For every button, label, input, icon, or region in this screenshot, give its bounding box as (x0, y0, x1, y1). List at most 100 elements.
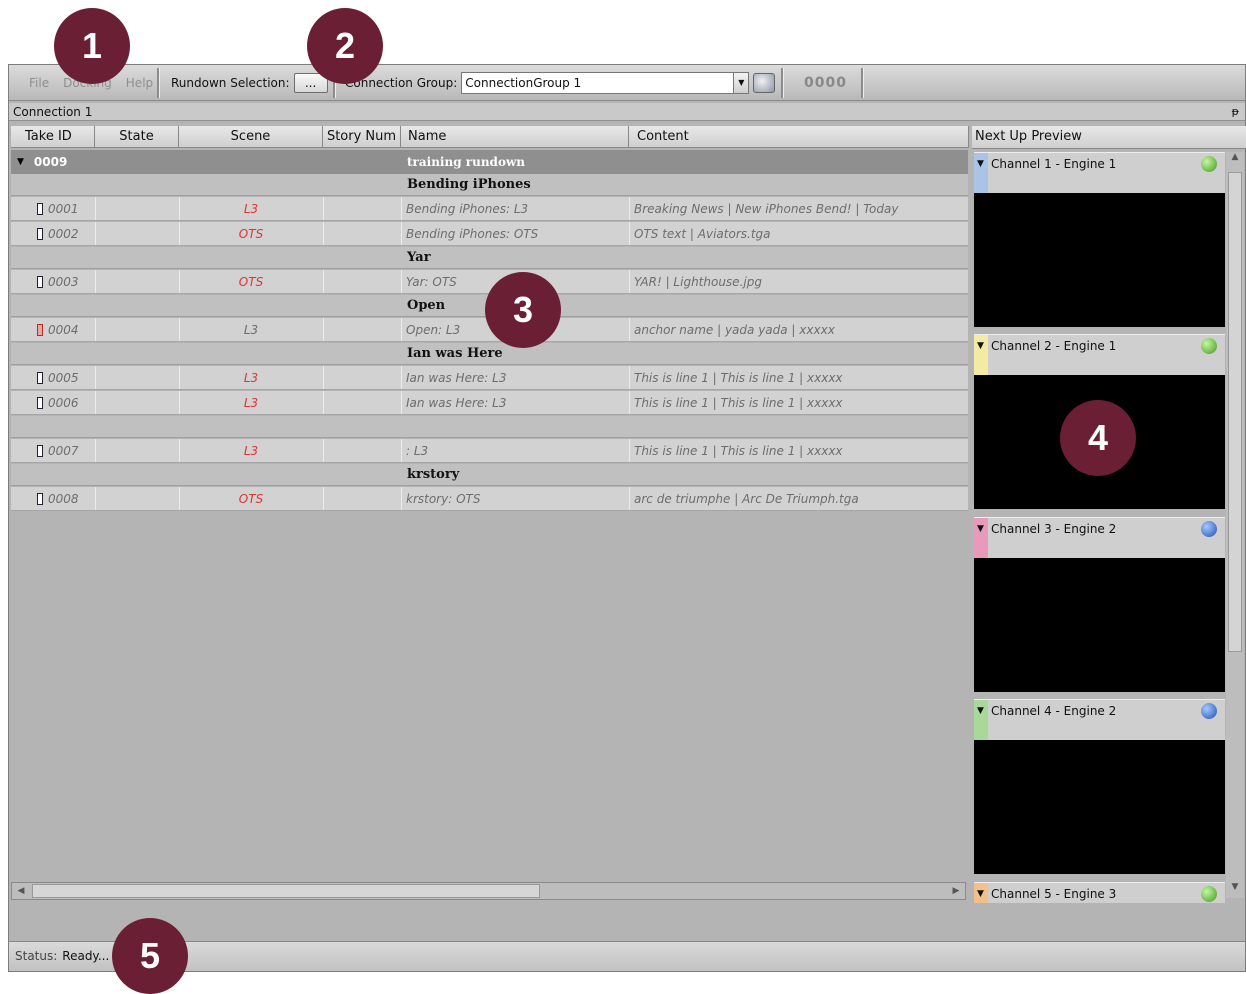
content-cell: This is line 1 | This is line 1 | xxxxx (634, 443, 843, 458)
column-divider (323, 270, 324, 293)
content-cell: Breaking News | New iPhones Bend! | Toda… (634, 201, 899, 216)
column-divider (95, 270, 96, 293)
horizontal-scrollbar[interactable]: ◀ ▶ (11, 882, 966, 900)
channel-header[interactable]: ▼ Channel 4 - Engine 2 (974, 699, 1225, 740)
group-label: Bending iPhones (407, 177, 531, 192)
column-divider (95, 439, 96, 462)
collapse-triangle-icon[interactable]: ▼ (977, 889, 984, 899)
name-cell: krstory: OTS (406, 491, 481, 506)
page-icon (37, 371, 43, 384)
menu-help[interactable]: Help (126, 76, 153, 90)
scroll-right-icon[interactable]: ▶ (947, 883, 965, 899)
status-light-icon (1201, 156, 1217, 172)
column-divider (95, 318, 96, 341)
toolbar: File Docking Help Rundown Selection: ...… (9, 65, 1245, 101)
column-divider (629, 318, 630, 341)
group-row[interactable]: Bending iPhones (11, 174, 968, 196)
page-icon (37, 275, 43, 288)
column-header-take-id[interactable]: Take ID (11, 126, 95, 148)
column-header-state[interactable]: State (95, 126, 179, 148)
column-header-story-num[interactable]: Story Num (323, 126, 401, 148)
column-divider (401, 391, 402, 414)
page-icon (37, 227, 43, 240)
preview-scrollbar-thumb[interactable] (1228, 172, 1242, 652)
name-cell: Ian was Here: L3 (406, 370, 507, 385)
scene-cell: OTS (238, 274, 264, 289)
column-divider (323, 318, 324, 341)
group-label: Ian was Here (407, 346, 503, 361)
column-divider (629, 270, 630, 293)
group-row[interactable] (11, 416, 968, 438)
collapse-triangle-icon[interactable]: ▼ (977, 159, 984, 169)
column-header-name[interactable]: Name (401, 126, 629, 148)
group-label: krstory (407, 467, 460, 482)
rundown-selection-group: Rundown Selection: ... (171, 69, 328, 97)
collapse-triangle-icon[interactable]: ▼ (977, 706, 984, 716)
rundown-selection-label: Rundown Selection: (171, 76, 290, 90)
status-bar: Status: Ready... (9, 941, 1245, 971)
scroll-left-icon[interactable]: ◀ (12, 883, 30, 899)
column-header-content[interactable]: Content (629, 126, 969, 148)
column-divider (95, 197, 96, 220)
channel-preview-screen (974, 558, 1225, 692)
column-divider (401, 439, 402, 462)
column-divider (629, 366, 630, 389)
menu-file[interactable]: File (29, 76, 49, 90)
group-row[interactable]: krstory (11, 464, 968, 486)
group-row[interactable]: Ian was Here (11, 343, 968, 365)
channel-preview[interactable]: ▼ Channel 1 - Engine 1 (974, 152, 1225, 327)
channel-label: Channel 5 - Engine 3 (991, 887, 1117, 901)
channel-header[interactable]: ▼ Channel 5 - Engine 3 (974, 882, 1225, 903)
table-row[interactable]: 0001 L3 Bending iPhones: L3 Breaking News |… (11, 197, 968, 221)
channel-header[interactable]: ▼ Channel 2 - Engine 1 (974, 334, 1225, 375)
table-row[interactable]: 0005 L3 Ian was Here: L3 This is line 1 | T… (11, 366, 968, 390)
column-divider (95, 391, 96, 414)
take-id-cell: 0006 (11, 391, 95, 414)
table-row[interactable]: 0002 OTS Bending iPhones: OTS OTS text | Av… (11, 222, 968, 246)
channel-header[interactable]: ▼ Channel 3 - Engine 2 (974, 517, 1225, 558)
channel-preview[interactable]: ▼ Channel 5 - Engine 3 (974, 882, 1225, 903)
callout-5: 5 (112, 918, 188, 994)
status-light-icon (1201, 703, 1217, 719)
connection-group-select[interactable]: ConnectionGroup 1 ▼ (461, 72, 750, 94)
rundown-root-row[interactable]: ▼ 0009 training rundown (11, 150, 968, 174)
scroll-down-icon[interactable]: ▼ (1226, 882, 1244, 898)
page-icon (37, 202, 43, 215)
content-cell: arc de triumphe | Arc De Triumph.tga (634, 491, 859, 506)
table-row[interactable]: 0007 L3: L3 This is line 1 | This is line … (11, 439, 968, 463)
channel-preview-screen (974, 193, 1225, 327)
group-row[interactable]: Yar (11, 247, 968, 269)
collapse-triangle-icon[interactable]: ▼ (977, 341, 984, 351)
content-cell: This is line 1 | This is line 1 | xxxxx (634, 395, 843, 410)
table-row[interactable]: 0008 OTS krstory: OTS arc de triumphe | Arc… (11, 487, 968, 511)
preview-vertical-scrollbar[interactable]: ▲ ▼ (1226, 152, 1244, 898)
connection-group-value: ConnectionGroup 1 (465, 76, 582, 90)
column-header-scene[interactable]: Scene (179, 126, 323, 148)
column-divider (401, 487, 402, 510)
expand-triangle-icon[interactable]: ▼ (17, 157, 24, 167)
channel-header[interactable]: ▼ Channel 1 - Engine 1 (974, 152, 1225, 193)
connect-icon[interactable] (753, 73, 776, 93)
column-divider (323, 366, 324, 389)
column-divider (323, 222, 324, 245)
channel-preview[interactable]: ▼ Channel 4 - Engine 2 (974, 699, 1225, 874)
channel-label: Channel 4 - Engine 2 (991, 704, 1117, 718)
scroll-up-icon[interactable]: ▲ (1226, 152, 1244, 168)
chevron-down-icon[interactable]: ▼ (733, 73, 749, 93)
group-label: Yar (407, 250, 431, 265)
scrollbar-thumb[interactable] (32, 884, 540, 898)
table-row[interactable]: 0006 L3 Ian was Here: L3 This is line 1 | T… (11, 391, 968, 415)
column-divider (323, 197, 324, 220)
channel-preview[interactable]: ▼ Channel 3 - Engine 2 (974, 517, 1225, 692)
scene-cell: OTS (238, 491, 264, 506)
group-label: Open (407, 298, 446, 313)
take-counter: 0000 (804, 75, 847, 91)
collapse-triangle-icon[interactable]: ▼ (977, 524, 984, 534)
preview-title: Next Up Preview (972, 126, 1246, 149)
column-divider (629, 197, 630, 220)
pin-icon[interactable]: ᵽ (1232, 103, 1239, 121)
take-id-cell: 0008 (11, 487, 95, 510)
content-cell: OTS text | Aviators.tga (634, 226, 771, 241)
name-cell: Bending iPhones: OTS (406, 226, 539, 241)
column-divider (629, 391, 630, 414)
